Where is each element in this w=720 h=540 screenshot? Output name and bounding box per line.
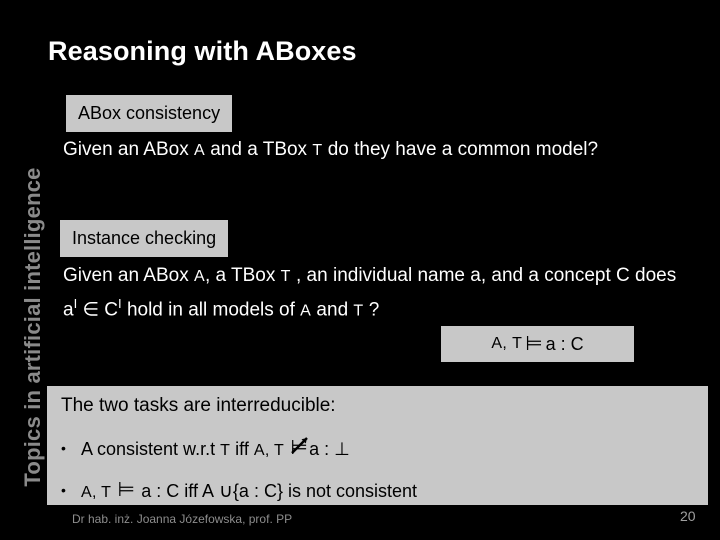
text-fragment: Given an ABox: [63, 265, 194, 286]
text-fragment: iff: [230, 439, 254, 459]
text-fragment: ?: [363, 299, 380, 321]
abox-consistency-label: ABox consistency: [66, 95, 233, 132]
entailment-formula-box: A, T ⊨ a : C: [441, 326, 634, 362]
bottom-symbol: ⊥: [334, 439, 350, 459]
panel-heading: The two tasks are interreducible:: [61, 395, 336, 416]
text-fragment: a :: [309, 439, 335, 459]
symbol-abox: A: [300, 302, 312, 320]
not-entails-icon: ⊨: [290, 437, 308, 459]
bullet-dot-icon: •: [61, 440, 66, 456]
text-fragment: hold in all models of: [121, 299, 301, 321]
symbol-abox-tbox: A, T: [81, 484, 112, 501]
symbol-abox: A: [193, 268, 205, 285]
text-fragment: a : C iff: [136, 481, 202, 501]
interreducibility-panel: The two tasks are interreducible: • A con…: [47, 386, 708, 505]
symbol-abox: A: [193, 142, 205, 159]
text-fragment: Given an ABox: [63, 139, 194, 160]
list-item: • A consistent w.r.t T iff A, T ⊨ a : ⊥: [61, 436, 350, 461]
formula-tbox: T: [512, 335, 523, 352]
union-icon: ∪: [219, 481, 233, 502]
instance-checking-description: Given an ABox A, a TBox T , an individua…: [63, 262, 693, 324]
text-fragment: A consistent w.r.t: [81, 439, 221, 459]
page-number: 20: [680, 508, 696, 524]
symbol-abox: A: [201, 481, 214, 501]
slide-canvas: Topics in artificial intelligence Reason…: [0, 0, 720, 540]
text-fragment: do they have a common model?: [322, 139, 599, 160]
instance-checking-label: Instance checking: [60, 220, 229, 257]
symbol-tbox: T: [280, 268, 291, 285]
page-title: Reasoning with ABoxes: [48, 36, 357, 66]
symbol-tbox: T: [312, 142, 323, 159]
vertical-side-banner: Topics in artificial intelligence: [20, 167, 45, 487]
text-fragment: ∈ C: [77, 299, 119, 321]
footer-author: Dr hab. inż. Joanna Józefowska, prof. PP: [72, 512, 293, 526]
text-fragment: , a TBox: [204, 265, 281, 286]
list-item: • A, T ⊨ a : C iff A ∪{a : C} is not cons…: [61, 478, 417, 503]
entails-icon: ⊨: [525, 332, 543, 355]
text-fragment: and: [311, 299, 354, 321]
formula-abox: A,: [491, 335, 508, 352]
bullet-dot-icon: •: [61, 482, 66, 498]
symbol-tbox: T: [220, 442, 231, 459]
symbol-tbox: T: [353, 302, 364, 320]
entails-icon: ⊨: [117, 479, 135, 501]
text-fragment: {a : C} is not consistent: [232, 481, 418, 501]
abox-consistency-description: Given an ABox A and a TBox T do they hav…: [63, 136, 683, 164]
symbol-abox-tbox: A, T: [253, 442, 285, 459]
formula-rhs: a : C: [545, 333, 584, 354]
text-fragment: and a TBox: [204, 139, 313, 160]
